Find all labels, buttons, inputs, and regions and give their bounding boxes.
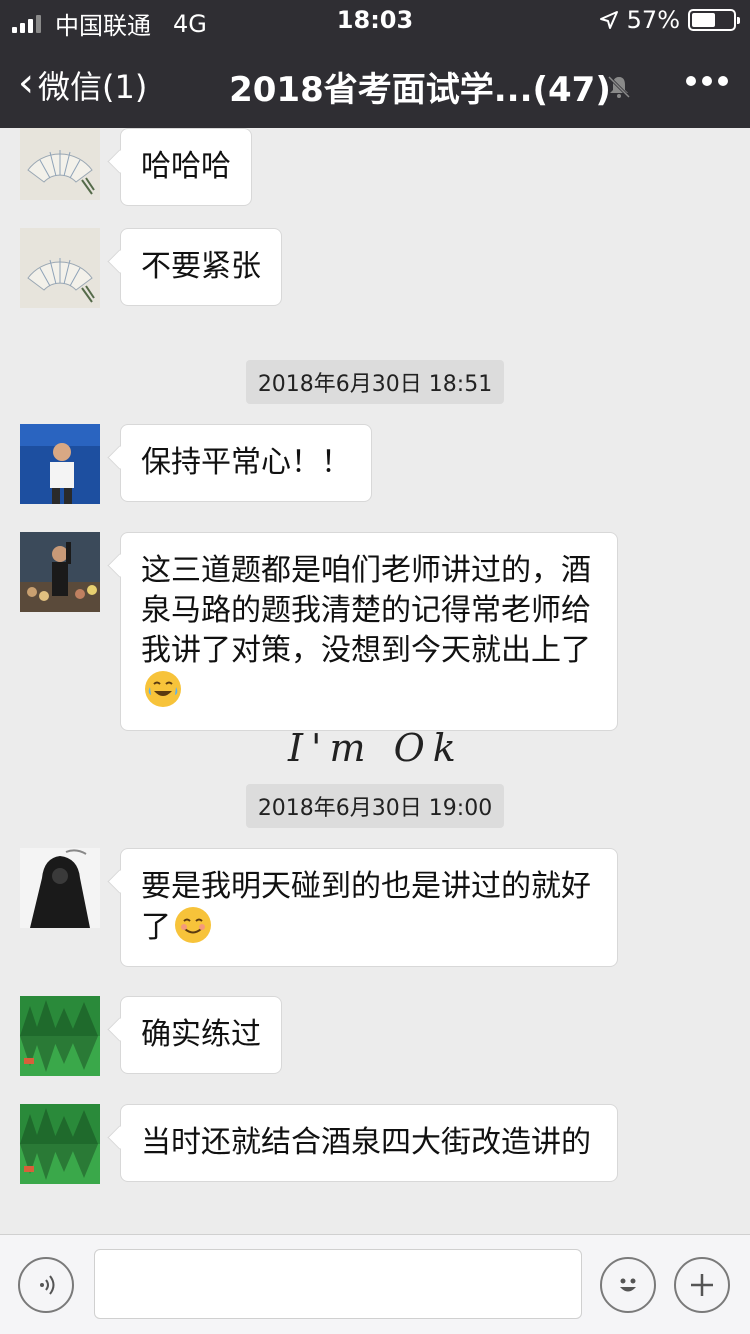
message-text: 不要紧张 xyxy=(141,249,261,284)
back-label: 微信(1) xyxy=(38,68,148,106)
emoji-button[interactable] xyxy=(600,1257,656,1313)
timestamp: 2018年6月30日 18:51 xyxy=(0,360,750,404)
timestamp: 2018年6月30日 19:00 xyxy=(0,784,750,828)
top-bar: 中国联通 4G 18:03 57% ‹ 微信(1) 2018省考面试学...(4… xyxy=(0,0,750,128)
more-options-button[interactable] xyxy=(686,76,728,86)
message-text: 当时还就结合酒泉四大街改造讲的 xyxy=(141,1125,591,1160)
message-bubble[interactable]: 确实练过 xyxy=(120,996,282,1074)
smiling-face-emoji xyxy=(175,907,211,943)
tears-of-joy-emoji xyxy=(145,671,181,707)
timestamp-label: 2018年6月30日 19:00 xyxy=(245,784,505,828)
message-text: 这三道题都是咱们老师讲过的，酒泉马路的题我清楚的记得常老师给我讲了对策，没想到今… xyxy=(141,553,591,668)
mute-bell-icon xyxy=(607,75,631,99)
message-bubble[interactable]: 当时还就结合酒泉四大街改造讲的 xyxy=(120,1104,618,1182)
battery-percent: 57% xyxy=(626,6,680,34)
message-input[interactable] xyxy=(94,1249,582,1319)
voice-input-button[interactable] xyxy=(18,1257,74,1313)
status-bar: 中国联通 4G 18:03 57% xyxy=(0,0,750,40)
fan-painting-avatar[interactable] xyxy=(20,228,100,308)
message-bubble[interactable]: 哈哈哈 xyxy=(120,128,252,206)
battery-icon xyxy=(688,9,740,31)
message-text: 保持平常心！！ xyxy=(141,445,351,480)
message-text: 哈哈哈 xyxy=(141,149,231,184)
smiley-icon xyxy=(620,1278,636,1292)
timestamp-label: 2018年6月30日 18:51 xyxy=(245,360,505,404)
voice-icon xyxy=(40,1275,55,1295)
green-forest-avatar[interactable] xyxy=(20,1104,100,1184)
nav-bar: ‹ 微信(1) 2018省考面试学...(47) xyxy=(0,40,750,128)
message-bubble[interactable]: 保持平常心！！ xyxy=(120,424,372,502)
watermark-text: I'm Ok xyxy=(288,726,464,770)
status-right: 57% xyxy=(599,6,740,34)
hooded-figure-avatar[interactable] xyxy=(20,848,100,928)
message-bubble[interactable]: 要是我明天碰到的也是讲过的就好了 xyxy=(120,848,618,967)
battery-fill xyxy=(692,13,715,27)
crowd-photo-avatar[interactable] xyxy=(20,532,100,612)
message-bubble[interactable]: 这三道题都是咱们老师讲过的，酒泉马路的题我清楚的记得常老师给我讲了对策，没想到今… xyxy=(120,532,618,731)
plus-icon xyxy=(691,1274,713,1296)
chat-title[interactable]: 2018省考面试学...(47) xyxy=(200,62,640,111)
input-bar xyxy=(0,1234,750,1334)
chat-area[interactable]: 哈哈哈 不要紧张 2018年6月30日 18:51 保持平常心！！ 这三道题都是… xyxy=(0,128,750,1234)
message-text: 确实练过 xyxy=(141,1017,261,1052)
location-arrow-icon xyxy=(599,11,618,29)
fan-painting-avatar[interactable] xyxy=(20,128,100,200)
green-forest-avatar[interactable] xyxy=(20,996,100,1076)
speaker-stage-avatar[interactable] xyxy=(20,424,100,504)
back-button[interactable]: ‹ 微信(1) xyxy=(18,62,147,108)
chevron-left-icon: ‹ xyxy=(18,60,34,106)
add-button[interactable] xyxy=(674,1257,730,1313)
message-bubble[interactable]: 不要紧张 xyxy=(120,228,282,306)
